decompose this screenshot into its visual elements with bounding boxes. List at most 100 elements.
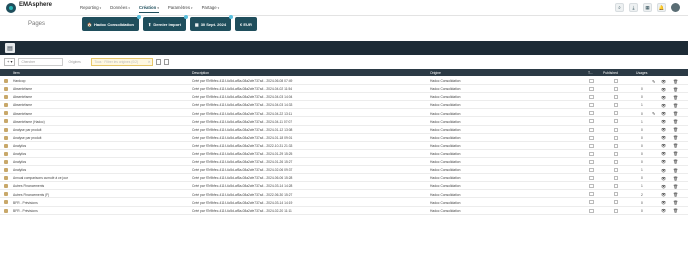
row-published-checkbox[interactable]: [614, 184, 618, 189]
trash-icon[interactable]: 🗑: [673, 143, 678, 148]
add-button[interactable]: + ▾: [4, 57, 16, 66]
nav-item[interactable]: Partage▾: [202, 5, 220, 10]
action-button[interactable]: € EUR: [235, 17, 257, 31]
trash-icon[interactable]: 🗑: [673, 87, 678, 92]
trash-icon[interactable]: 🗑: [673, 159, 678, 164]
trash-icon[interactable]: 🗑: [673, 119, 678, 124]
row-page-icon[interactable]: [4, 95, 8, 100]
row-page-icon[interactable]: [4, 184, 8, 189]
table-row[interactable]: Annual comparisons cumulé à ce jour Créé …: [0, 174, 688, 183]
row-page-icon[interactable]: [4, 79, 8, 83]
eye-icon[interactable]: 👁: [661, 87, 666, 92]
trash-icon[interactable]: 🗑: [673, 192, 678, 197]
col-header-item[interactable]: Item: [13, 71, 20, 75]
row-page-icon[interactable]: [4, 135, 8, 140]
row-page-icon[interactable]: [4, 127, 8, 132]
table-row[interactable]: Autres Financements Créé par f7b9bfec-411…: [0, 182, 688, 191]
row-published-checkbox[interactable]: [614, 200, 618, 205]
row-published-checkbox[interactable]: [614, 103, 618, 108]
eye-icon[interactable]: 👁: [661, 143, 666, 148]
trash-icon[interactable]: 🗑: [673, 200, 678, 205]
trash-icon[interactable]: 🗑: [673, 103, 678, 108]
row-page-icon[interactable]: [4, 111, 8, 116]
row-page-icon[interactable]: [4, 143, 8, 148]
trash-icon[interactable]: 🗑: [673, 111, 678, 116]
trash-icon[interactable]: 🗑: [673, 151, 678, 156]
filter-toggle-icon[interactable]: [156, 58, 162, 65]
table-row[interactable]: BFR - Prévisions Créé par f7b9bfec-411f-4…: [0, 198, 688, 207]
emasphere-logo-icon[interactable]: [6, 3, 16, 13]
trash-icon[interactable]: 🗑: [673, 208, 678, 213]
eye-icon[interactable]: 👁: [661, 208, 666, 213]
download-icon[interactable]: ⤓: [629, 3, 638, 12]
table-row[interactable]: Absentéisme Créé par f7b9bfec-411f-4c5d-a…: [0, 85, 688, 94]
bell-icon[interactable]: 🔔: [657, 3, 666, 12]
trash-icon[interactable]: 🗑: [673, 135, 678, 140]
row-published-checkbox[interactable]: [614, 95, 618, 100]
origin-filter[interactable]: Tous · Filtrer les origines (0/2) ✕: [91, 57, 154, 66]
eye-icon[interactable]: 👁: [661, 192, 666, 197]
eye-icon[interactable]: 👁: [661, 135, 666, 140]
row-published-checkbox[interactable]: [614, 168, 618, 173]
table-row[interactable]: Hardcop Créé par f7b9bfec-411f-4c5d-af5a-…: [0, 77, 688, 86]
row-published-checkbox[interactable]: [614, 127, 618, 132]
row-published-checkbox[interactable]: [614, 79, 618, 83]
eye-icon[interactable]: 👁: [661, 159, 666, 164]
row-page-icon[interactable]: [4, 87, 8, 92]
trash-icon[interactable]: 🗑: [673, 168, 678, 173]
trash-icon[interactable]: 🗑: [673, 176, 678, 181]
row-published-checkbox[interactable]: [614, 192, 618, 197]
search-input[interactable]: Chercher: [18, 57, 64, 66]
row-published-checkbox[interactable]: [614, 119, 618, 124]
eye-icon[interactable]: 👁: [661, 119, 666, 124]
row-page-icon[interactable]: [4, 200, 8, 205]
row-published-checkbox[interactable]: [614, 151, 618, 156]
row-published-checkbox[interactable]: [614, 159, 618, 164]
action-button[interactable]: ▦ 30 Sept. 2024: [189, 15, 234, 31]
table-row[interactable]: Absentéisme Créé par f7b9bfec-411f-4c5d-a…: [0, 101, 688, 110]
nav-item[interactable]: Paramètres▾: [168, 5, 193, 10]
trash-icon[interactable]: 🗑: [673, 127, 678, 132]
clear-icon[interactable]: ✕: [148, 60, 151, 64]
col-header-description[interactable]: Description: [192, 71, 209, 75]
eye-icon[interactable]: 👁: [661, 151, 666, 156]
col-header-origin[interactable]: Origine: [430, 71, 441, 75]
eye-icon[interactable]: 👁: [661, 95, 666, 100]
table-row[interactable]: Analytics Créé par f7b9bfec-411f-4c5d-af5…: [0, 166, 688, 175]
row-published-checkbox[interactable]: [614, 111, 618, 116]
eye-icon[interactable]: 👁: [661, 111, 666, 116]
table-row[interactable]: Absentéisme Créé par f7b9bfec-411f-4c5d-a…: [0, 109, 688, 118]
eye-icon[interactable]: 👁: [661, 176, 666, 181]
table-row[interactable]: Absentéisme (Hadoc) Créé par f7b9bfec-411…: [0, 117, 688, 126]
action-button[interactable]: 🏠 Hadoc Consolidation: [82, 15, 141, 31]
row-page-icon[interactable]: [4, 159, 8, 164]
table-row[interactable]: Analyse par produit Créé par f7b9bfec-411…: [0, 134, 688, 142]
grid-view-icon[interactable]: ▤: [5, 43, 15, 53]
row-page-icon[interactable]: [4, 168, 8, 173]
eye-icon[interactable]: 👁: [661, 127, 666, 132]
table-row[interactable]: Autres Financements (F) Créé par f7b9bfec…: [0, 190, 688, 199]
trash-icon[interactable]: 🗑: [673, 79, 678, 84]
table-row[interactable]: Analytics Créé par f7b9bfec-411f-4c5d-af5…: [0, 150, 688, 158]
trash-icon[interactable]: 🗑: [673, 184, 678, 189]
eye-icon[interactable]: 👁: [661, 200, 666, 205]
row-page-icon[interactable]: [4, 192, 8, 197]
row-published-checkbox[interactable]: [614, 87, 618, 92]
nav-item[interactable]: Données▾: [110, 5, 130, 10]
row-published-checkbox[interactable]: [614, 135, 618, 140]
row-published-checkbox[interactable]: [614, 176, 618, 181]
action-button[interactable]: ⬆ Dernier import: [142, 15, 188, 31]
row-page-icon[interactable]: [4, 151, 8, 156]
edit-icon[interactable]: ✎: [652, 111, 655, 116]
row-published-checkbox[interactable]: [614, 208, 618, 213]
row-page-icon[interactable]: [4, 176, 8, 181]
col-header-published[interactable]: Published: [603, 71, 618, 75]
col-header-t[interactable]: T...: [588, 71, 593, 75]
table-row[interactable]: Analyse par produit Créé par f7b9bfec-411…: [0, 126, 688, 134]
row-page-icon[interactable]: [4, 119, 8, 124]
nav-item[interactable]: Reporting▾: [80, 5, 101, 10]
search-icon[interactable]: ⌕: [615, 3, 624, 12]
col-header-usages[interactable]: Usages: [636, 71, 648, 75]
table-row[interactable]: Analytics Créé par f7b9bfec-411f-4c5d-af5…: [0, 158, 688, 167]
eye-icon[interactable]: 👁: [661, 168, 666, 173]
